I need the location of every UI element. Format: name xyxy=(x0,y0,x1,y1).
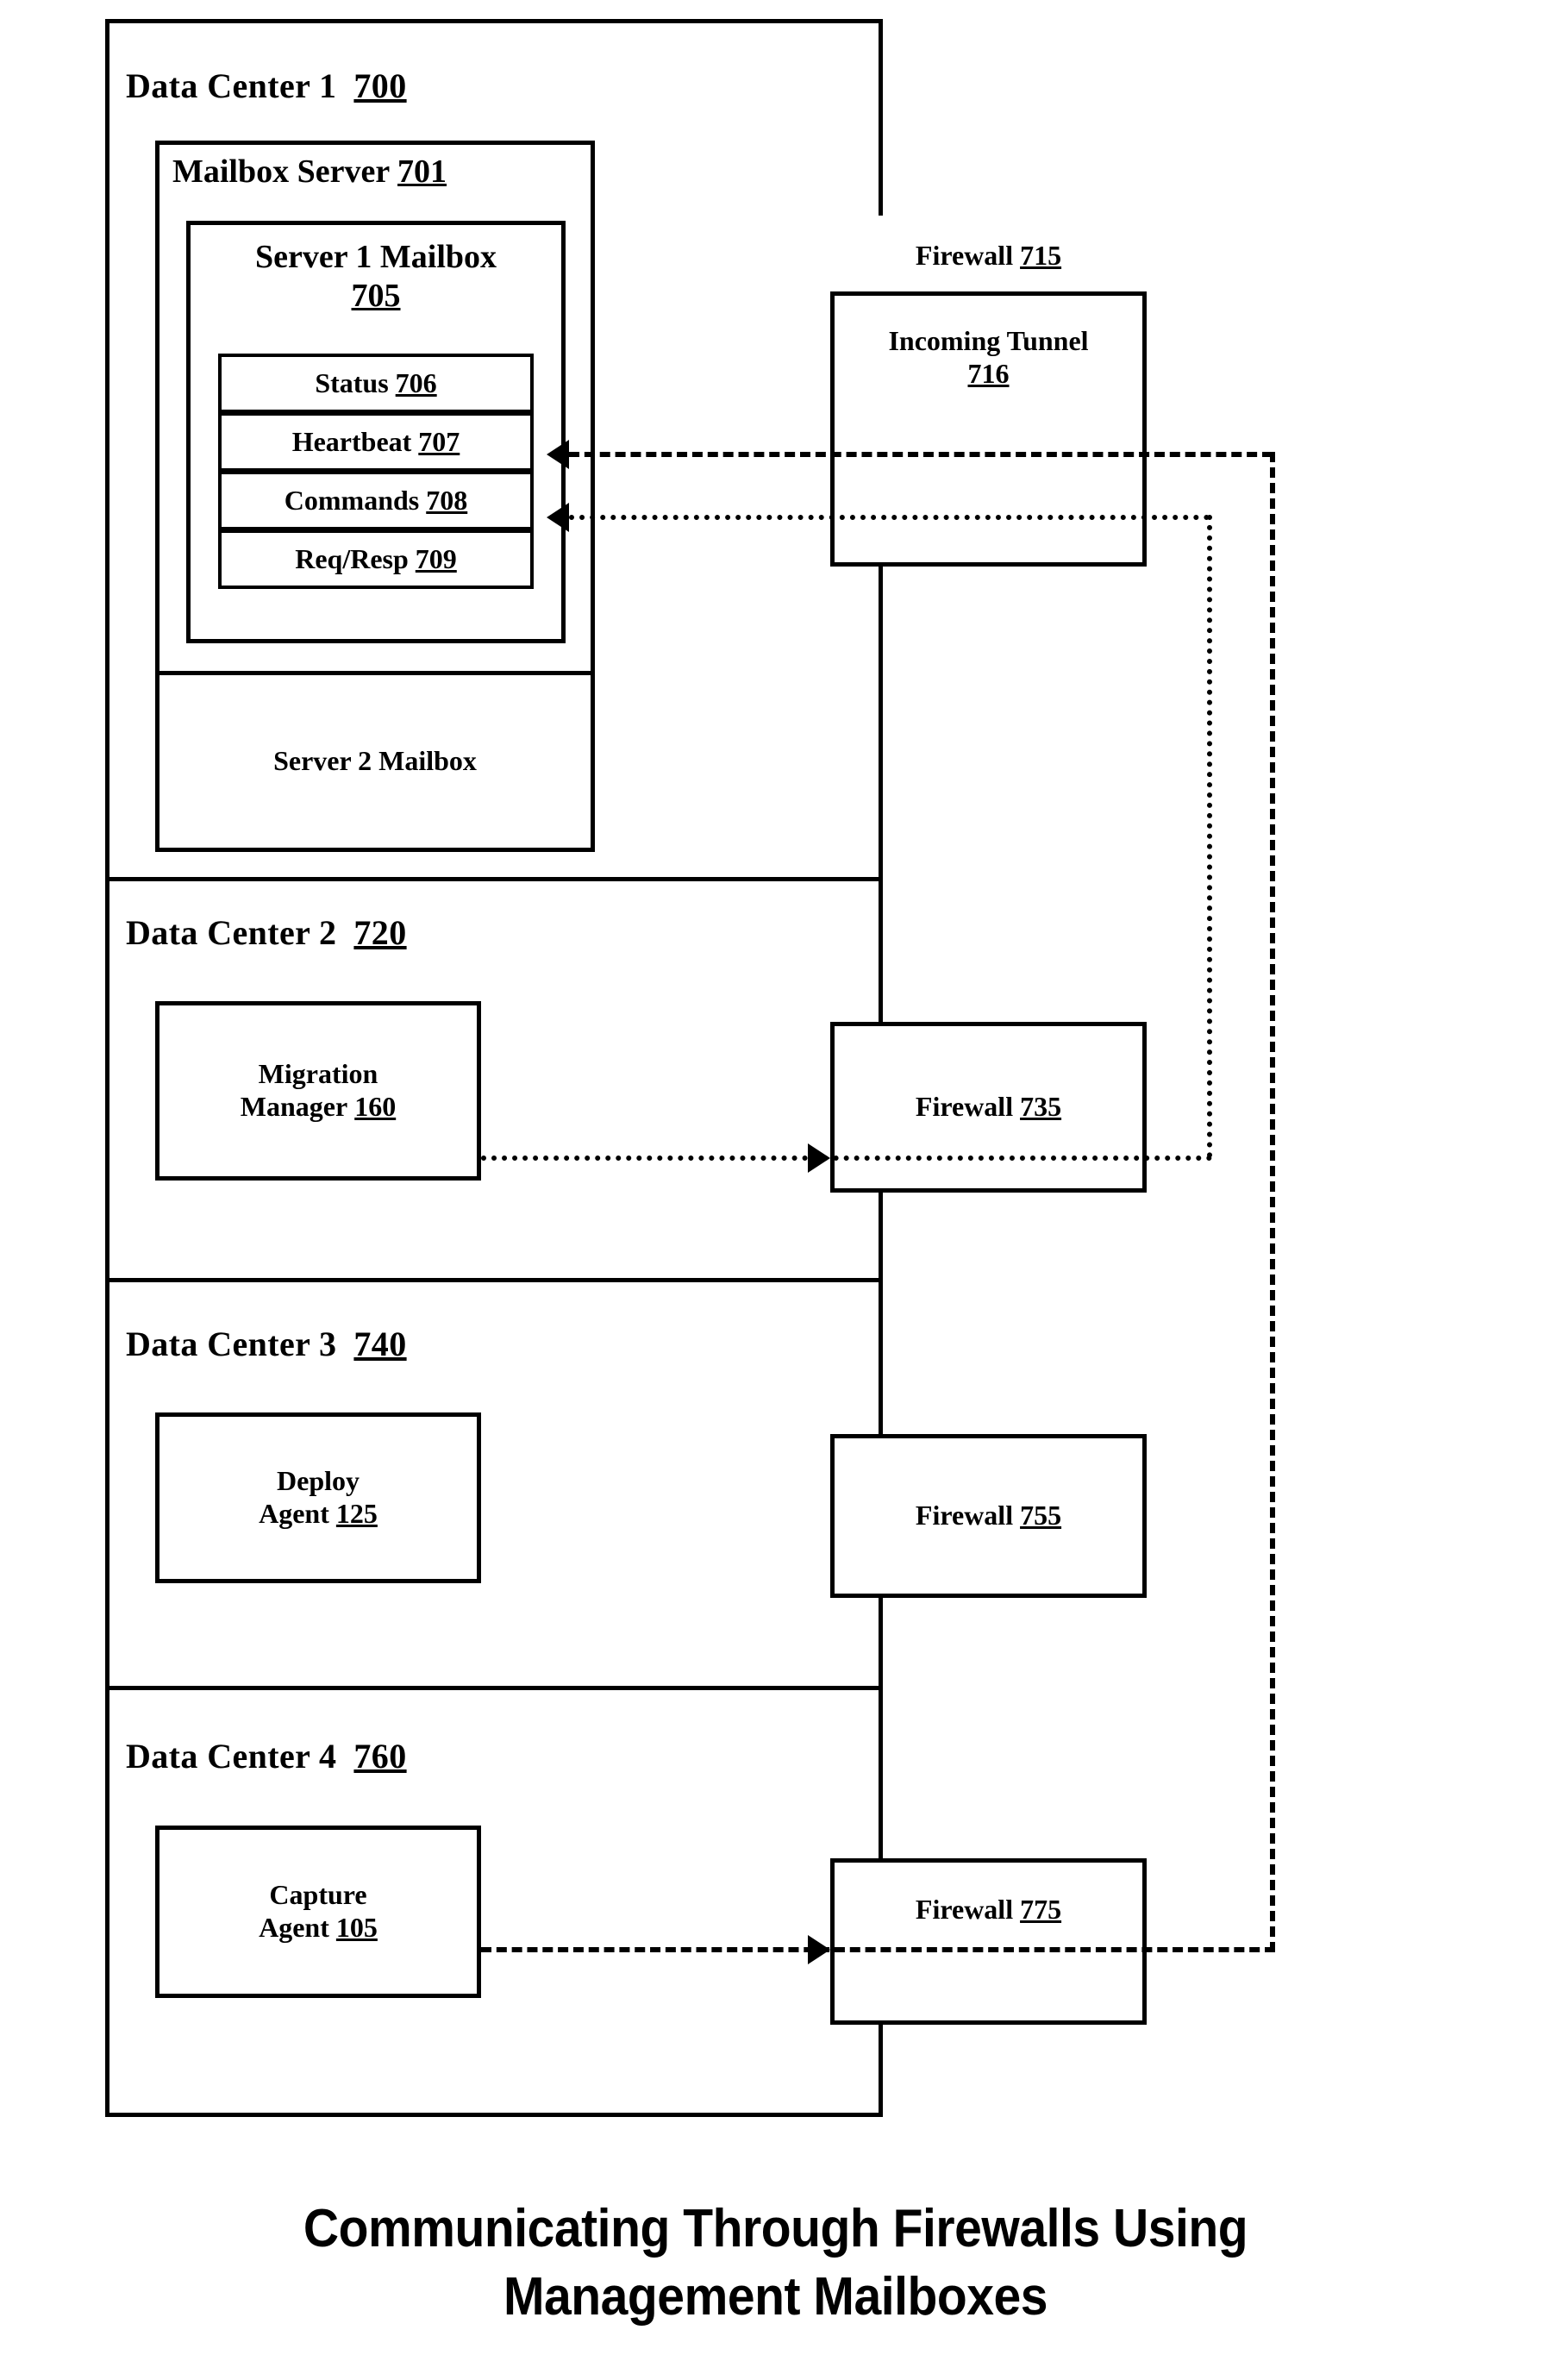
caption-line-2: Management Mailboxes xyxy=(503,2267,1048,2327)
migration-manager-ref: 160 xyxy=(354,1091,397,1122)
server-2-mailbox-label: Server 2 Mailbox xyxy=(273,745,477,777)
mailbox-server-title: Mailbox Server 701 xyxy=(172,153,447,191)
capture-agent-arrowhead xyxy=(808,1935,830,1964)
commands-label: Commands xyxy=(284,484,420,516)
reqresp-label: Req/Resp xyxy=(295,542,409,574)
firewall-735-title: Firewall 735 xyxy=(830,1022,1147,1193)
status-ref: 706 xyxy=(395,366,437,398)
firewall-715-ref: 715 xyxy=(1020,239,1062,271)
reqresp-ref: 709 xyxy=(415,542,457,574)
incoming-tunnel-label: Incoming Tunnel xyxy=(888,325,1089,357)
data-center-4-ref: 760 xyxy=(353,1737,407,1776)
firewall-775-ref: 775 xyxy=(1020,1894,1062,1926)
heartbeat-ref: 707 xyxy=(418,425,460,457)
firewall-775-title: Firewall 775 xyxy=(830,1858,1147,1962)
migration-manager-line1: Migration xyxy=(258,1058,378,1090)
data-center-4-title: Data Center 4 760 xyxy=(126,1737,407,1776)
data-center-1-label: Data Center 1 xyxy=(126,66,337,105)
data-center-3-label: Data Center 3 xyxy=(126,1325,337,1363)
heartbeat-dashed-segment xyxy=(569,452,1273,457)
data-center-2-label: Data Center 2 xyxy=(126,913,337,952)
server-1-mailbox-ref: 705 xyxy=(351,278,401,314)
firewall-715-label: Firewall xyxy=(915,239,1014,271)
data-center-1-title: Data Center 1 700 xyxy=(126,66,407,106)
capture-agent-dashed-segment xyxy=(481,1947,1275,1952)
firewall-715-title: Firewall 715 xyxy=(830,216,1147,296)
heartbeat-label: Heartbeat xyxy=(291,425,412,457)
mailbox-slot-commands-text: Commands 708 xyxy=(218,471,534,530)
mailbox-slot-heartbeat-text: Heartbeat 707 xyxy=(218,412,534,472)
server-1-mailbox-label: Server 1 Mailbox xyxy=(254,239,497,276)
migration-manager-line2: Manager 160 xyxy=(240,1091,397,1122)
migration-manager-dotted-segment xyxy=(481,1156,1212,1161)
figure-caption: Communicating Through Firewalls Using Ma… xyxy=(62,2195,1489,2332)
caption-line-1: Communicating Through Firewalls Using xyxy=(303,2199,1248,2258)
mailbox-slot-reqresp-text: Req/Resp 709 xyxy=(218,529,534,589)
firewall-735-ref: 735 xyxy=(1020,1091,1062,1123)
capture-agent-text: Capture Agent 105 xyxy=(155,1826,481,1998)
data-center-3-title: Data Center 3 740 xyxy=(126,1325,407,1364)
firewall-755-ref: 755 xyxy=(1020,1500,1062,1531)
data-center-4-label: Data Center 4 xyxy=(126,1737,337,1776)
commands-dotted-segment xyxy=(569,515,1210,520)
mailbox-server-ref: 701 xyxy=(397,153,447,190)
deploy-agent-ref: 125 xyxy=(335,1498,378,1529)
firewall-735-label: Firewall xyxy=(915,1091,1014,1123)
data-center-1-ref: 700 xyxy=(353,66,407,105)
capture-agent-line2: Agent 105 xyxy=(259,1912,378,1943)
migration-manager-text: Migration Manager 160 xyxy=(155,1001,481,1181)
patent-figure: Data Center 1 700 Mailbox Server 701 Serv… xyxy=(0,0,1551,2380)
commands-dotted-vertical-bus xyxy=(1207,515,1212,1158)
deploy-agent-line2: Agent 125 xyxy=(259,1498,378,1529)
migration-manager-arrowhead xyxy=(808,1143,830,1173)
capture-agent-ref: 105 xyxy=(335,1912,378,1943)
firewall-755-label: Firewall xyxy=(915,1500,1014,1531)
heartbeat-arrowhead xyxy=(547,440,569,469)
deploy-agent-text: Deploy Agent 125 xyxy=(155,1412,481,1583)
mailbox-slot-status-text: Status 706 xyxy=(218,354,534,413)
data-center-3-ref: 740 xyxy=(353,1325,407,1363)
mailbox-server-label: Mailbox Server xyxy=(172,153,390,190)
firewall-755-title: Firewall 755 xyxy=(830,1434,1147,1598)
data-center-2-title: Data Center 2 720 xyxy=(126,913,407,953)
incoming-tunnel-ref: 716 xyxy=(967,358,1010,389)
commands-arrowhead xyxy=(547,503,569,532)
data-center-2-ref: 720 xyxy=(353,913,407,952)
deploy-agent-line1: Deploy xyxy=(277,1465,360,1497)
server-2-mailbox-text: Server 2 Mailbox xyxy=(155,671,595,852)
capture-agent-line1: Capture xyxy=(269,1879,367,1911)
status-label: Status xyxy=(315,366,389,398)
incoming-tunnel-text: Incoming Tunnel 716 xyxy=(830,310,1147,405)
firewall-775-label: Firewall xyxy=(915,1894,1014,1926)
server-1-mailbox-title: Server 1 Mailbox 705 xyxy=(191,229,560,324)
heartbeat-dashed-vertical-bus xyxy=(1270,452,1275,1952)
commands-ref: 708 xyxy=(426,484,468,516)
